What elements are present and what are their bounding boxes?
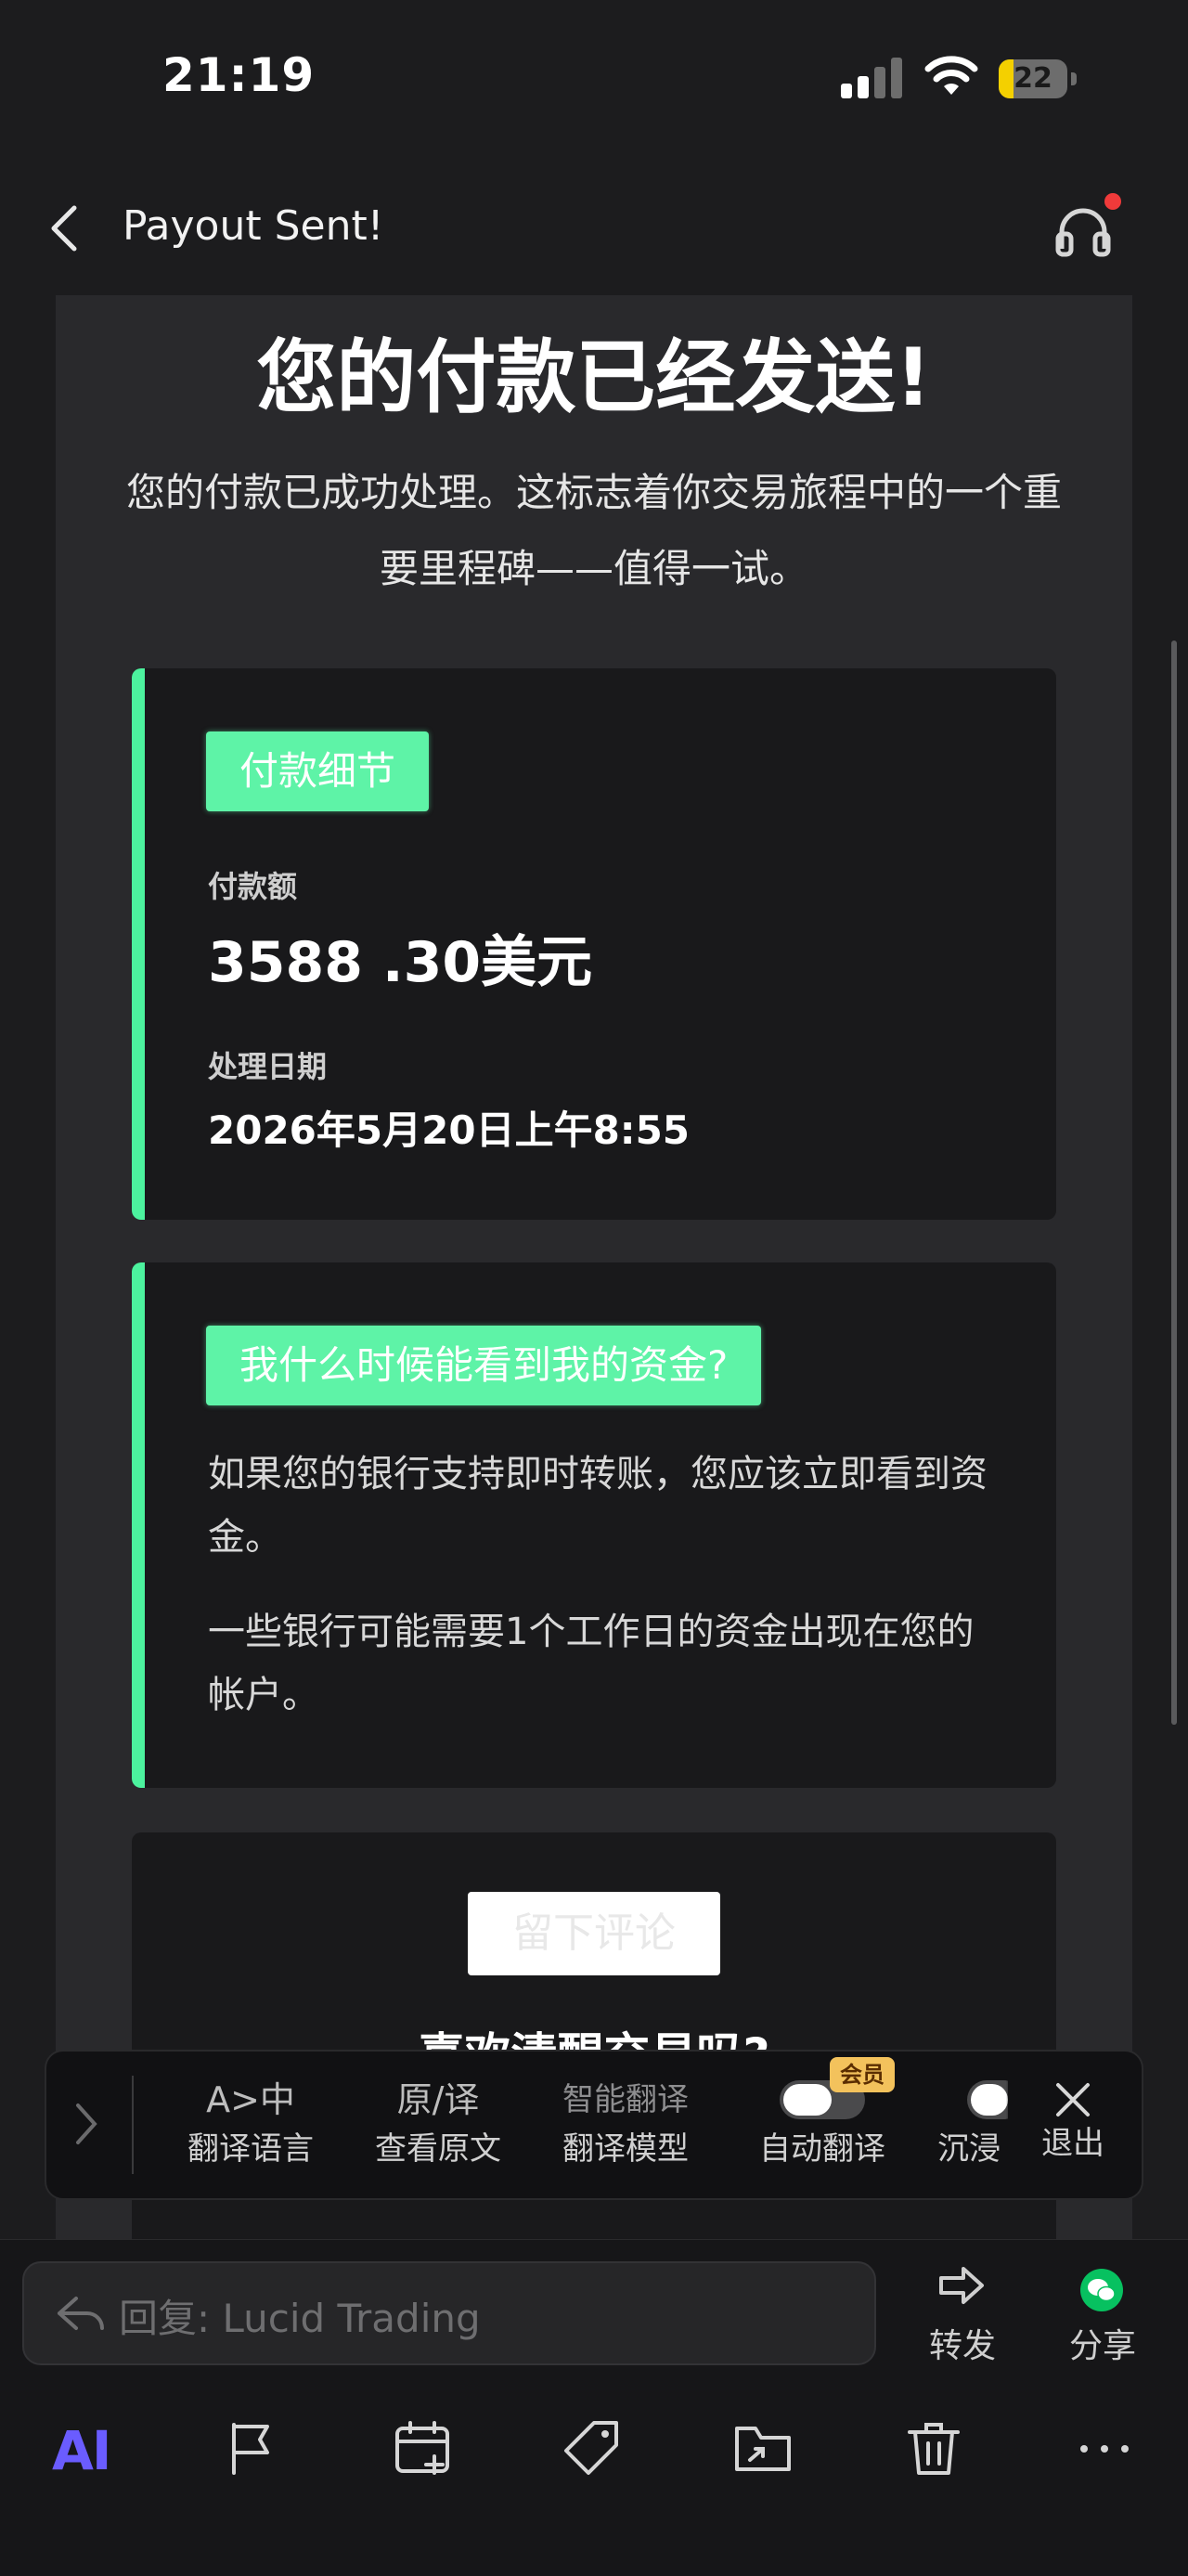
scrollbar[interactable] bbox=[1171, 641, 1177, 1725]
vip-badge: 会员 bbox=[830, 2057, 895, 2092]
funds-paragraph-1: 如果您的银行支持即时转账，您应该立即看到资金。 bbox=[208, 1453, 988, 1559]
amount-value: 3588 .30美元 bbox=[208, 930, 593, 995]
wechat-icon[interactable] bbox=[1080, 2269, 1123, 2311]
exit-label: 退出 bbox=[1041, 2125, 1104, 2162]
cellular-signal-icon bbox=[841, 58, 904, 98]
funds-info-card: 我什么时候能看到我的资金? 如果您的银行支持即时转账，您应该立即看到资金。 一些… bbox=[132, 1262, 1056, 1788]
auto-translate-label: 自动翻译 bbox=[759, 2130, 885, 2168]
fade-divider bbox=[1006, 2066, 1012, 2176]
chevron-right-icon[interactable] bbox=[72, 2100, 100, 2148]
amount-label: 付款额 bbox=[208, 869, 298, 904]
forward-icon[interactable] bbox=[937, 2265, 986, 2306]
details-badge: 付款细节 bbox=[206, 731, 430, 811]
move-folder-icon[interactable] bbox=[733, 2419, 793, 2479]
reply-placeholder: 回复: Lucid Trading bbox=[119, 2296, 481, 2341]
email-intro: 您的付款已成功处理。这标志着你交易旅程中的一个重要里程碑——值得一试。 bbox=[125, 470, 1062, 591]
flag-icon[interactable] bbox=[223, 2419, 282, 2479]
funds-badge: 我什么时候能看到我的资金? bbox=[206, 1326, 762, 1405]
translate-language-label: 翻译语言 bbox=[187, 2130, 314, 2168]
view-original-button[interactable]: 原/译 查看原文 bbox=[356, 2074, 520, 2172]
translate-model-label: 翻译模型 bbox=[562, 2130, 689, 2168]
calendar-add-icon[interactable] bbox=[394, 2419, 453, 2479]
ai-button[interactable]: AI bbox=[52, 2419, 111, 2482]
close-icon bbox=[1056, 2083, 1090, 2116]
payment-details-card: 付款细节 付款额 3588 .30美元 处理日期 2026年5月20日上午8:5… bbox=[132, 668, 1056, 1220]
translate-language-top: A>中 bbox=[206, 2079, 295, 2120]
translate-language-button[interactable]: A>中 翻译语言 bbox=[169, 2074, 332, 2172]
view-original-top: 原/译 bbox=[396, 2079, 480, 2120]
immersive-toggle[interactable]: 沉浸 bbox=[924, 2074, 1008, 2172]
card-accent-bar bbox=[132, 668, 145, 1220]
funds-paragraph-2: 一些银行可能需要1个工作日的资金出现在您的帐户。 bbox=[208, 1611, 975, 1716]
date-label: 处理日期 bbox=[208, 1049, 328, 1084]
battery-level: 22 bbox=[1014, 62, 1052, 95]
immersive-switch[interactable] bbox=[924, 2074, 1008, 2126]
status-time: 21:19 bbox=[162, 48, 316, 102]
review-button[interactable]: 留下评论 bbox=[468, 1892, 720, 1975]
share-label[interactable]: 分享 bbox=[1058, 2319, 1147, 2367]
reply-icon bbox=[58, 2297, 104, 2330]
immersive-label: 沉浸 bbox=[937, 2130, 1001, 2168]
translate-model-button[interactable]: 智能翻译 翻译模型 bbox=[544, 2074, 707, 2172]
card-accent-bar bbox=[132, 1262, 145, 1788]
more-icon[interactable] bbox=[1075, 2419, 1134, 2479]
wifi-icon bbox=[924, 56, 978, 95]
toolbar-divider bbox=[132, 2076, 134, 2174]
back-chevron-icon[interactable] bbox=[46, 202, 84, 254]
view-original-label: 查看原文 bbox=[375, 2130, 501, 2168]
translate-model-top: 智能翻译 bbox=[562, 2081, 689, 2118]
battery-indicator: 22 bbox=[999, 59, 1077, 98]
forward-label[interactable]: 转发 bbox=[919, 2319, 1006, 2367]
headset-icon[interactable] bbox=[1054, 202, 1112, 258]
date-value: 2026年5月20日上午8:55 bbox=[208, 1107, 691, 1153]
email-headline: 您的付款已经发送! bbox=[256, 331, 932, 424]
trash-icon[interactable] bbox=[904, 2419, 963, 2479]
notification-dot bbox=[1104, 193, 1121, 210]
exit-translate-button[interactable]: 退出 bbox=[1021, 2074, 1125, 2167]
tag-icon[interactable] bbox=[562, 2419, 622, 2479]
page-title: Payout Sent! bbox=[123, 202, 384, 250]
